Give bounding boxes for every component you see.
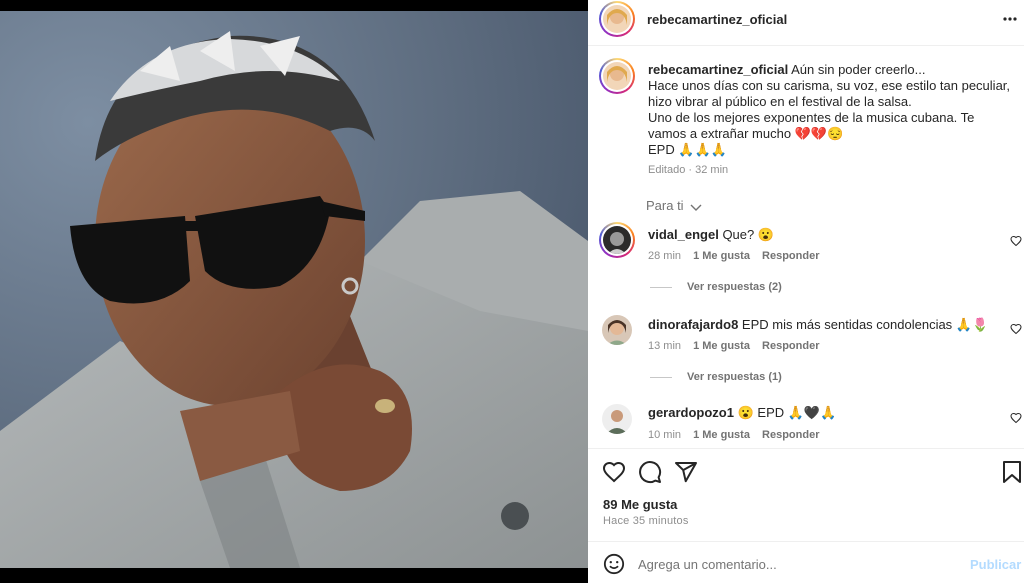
comment-username[interactable]: vidal_engel [648, 227, 719, 242]
edited-label: Editado [648, 164, 686, 176]
heart-icon[interactable] [602, 460, 626, 484]
likes-count[interactable]: 89 Me gusta [603, 497, 677, 512]
comment-avatar-image [602, 315, 632, 345]
comment-likes[interactable]: 1 Me gusta [693, 340, 750, 352]
caption-line: EPD 🙏🙏🙏 [648, 142, 727, 157]
comment-meta: 13 min 1 Me gusta Responder [648, 340, 819, 352]
caption-author-username[interactable]: rebecamartinez_oficial [648, 62, 788, 77]
view-replies-button[interactable]: Ver respuestas (1) [687, 371, 782, 383]
comment-text: EPD mis más sentidas condolencias 🙏🌷 [741, 317, 989, 332]
comment-avatar-image [602, 404, 632, 434]
caption-text: Aún sin poder creerlo... [791, 62, 926, 77]
ellipsis-icon[interactable] [1002, 8, 1018, 30]
smiley-icon[interactable] [603, 553, 625, 575]
chevron-down-icon [690, 204, 702, 211]
comment-text: Que? 😮 [722, 227, 775, 242]
comment-like-heart-icon[interactable] [1010, 323, 1022, 335]
view-replies-line [650, 377, 672, 378]
composer-divider [588, 541, 1024, 542]
actions-divider [588, 448, 1024, 449]
comment-likes[interactable]: 1 Me gusta [693, 429, 750, 441]
comment-meta: 28 min 1 Me gusta Responder [648, 250, 819, 262]
for-you-selector[interactable]: Para ti [646, 198, 702, 213]
caption-line: Uno de los mejores exponentes de la musi… [648, 110, 975, 125]
comment-like-heart-icon[interactable] [1010, 412, 1022, 424]
view-replies-button[interactable]: Ver respuestas (2) [687, 281, 782, 293]
post-author-username[interactable]: rebecamartinez_oficial [647, 12, 787, 27]
reply-button[interactable]: Responder [762, 429, 819, 441]
comment-time[interactable]: 28 min [648, 250, 681, 262]
comment-text: 😮 EPD 🙏🖤🙏 [737, 405, 837, 420]
post-timestamp[interactable]: Hace 35 minutos [603, 515, 689, 527]
caption-line: hizo vibrar al público en el festival de… [648, 94, 912, 109]
caption-author-avatar-image [603, 62, 631, 90]
header-divider [588, 45, 1024, 46]
author-avatar-image [603, 5, 631, 33]
comment-likes[interactable]: 1 Me gusta [693, 250, 750, 262]
comment-meta: 10 min 1 Me gusta Responder [648, 429, 819, 441]
comment-avatar[interactable] [602, 404, 632, 434]
comment-username[interactable]: gerardopozo1 [648, 405, 734, 420]
caption-line: vamos a extrañar mucho 💔💔😔 [648, 126, 844, 141]
comment-input[interactable] [638, 554, 938, 574]
reply-button[interactable]: Responder [762, 340, 819, 352]
caption-author-avatar[interactable] [599, 58, 635, 94]
view-replies-line [650, 287, 672, 288]
caption-line: Hace unos días con su carisma, su voz, e… [648, 78, 1011, 93]
publish-button[interactable]: Publicar [970, 557, 1021, 572]
comment-time[interactable]: 10 min [648, 429, 681, 441]
comment-avatar[interactable] [602, 315, 632, 345]
caption-meta: Editado · 32 min [648, 164, 728, 176]
edited-time[interactable]: 32 min [695, 164, 728, 176]
comment-avatar[interactable] [599, 222, 635, 258]
caption-first-line: rebecamartinez_oficial Aún sin poder cre… [648, 62, 926, 78]
comment-username[interactable]: dinorafajardo8 [648, 317, 738, 332]
post-sidebar: rebecamartinez_oficial rebecamartinez_of… [588, 0, 1024, 583]
comment-icon[interactable] [638, 460, 662, 484]
edited-separator: · [688, 164, 693, 176]
for-you-label: Para ti [646, 198, 684, 213]
post-media-panel [0, 0, 588, 583]
comment-avatar-image [603, 226, 631, 254]
comment-like-heart-icon[interactable] [1010, 235, 1022, 247]
post-photo-image [0, 11, 588, 568]
comment-body: dinorafajardo8 EPD mis más sentidas cond… [648, 317, 988, 333]
reply-button[interactable]: Responder [762, 250, 819, 262]
comment-body: vidal_engel Que? 😮 [648, 227, 774, 243]
send-icon[interactable] [674, 460, 698, 484]
comment-body: gerardopozo1 😮 EPD 🙏🖤🙏 [648, 405, 836, 421]
author-avatar[interactable] [599, 1, 635, 37]
bookmark-icon[interactable] [1002, 460, 1022, 484]
post-photo[interactable] [0, 11, 588, 568]
comment-time[interactable]: 13 min [648, 340, 681, 352]
